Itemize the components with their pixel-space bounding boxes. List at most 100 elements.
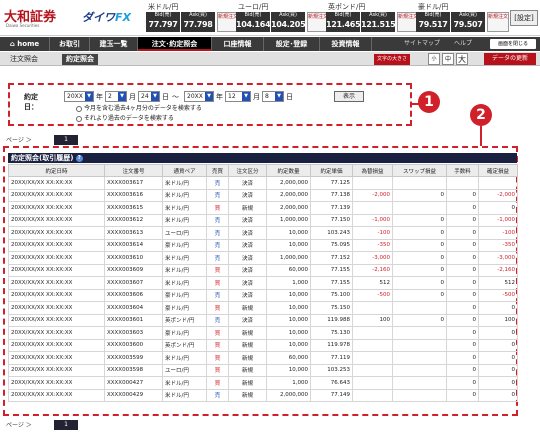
table-cell: 0	[446, 363, 479, 377]
nav-settings[interactable]: 設定･登録	[264, 37, 320, 51]
table-cell: 売	[206, 213, 229, 227]
table-cell: 0	[446, 263, 479, 277]
bid-button[interactable]: Bid(売) 79.517	[416, 12, 450, 32]
nav-home[interactable]: ⌂ home	[0, 37, 50, 51]
table-row: 20XX/XX/XX XX:XX:XX XXXX003606 豪ドル/円売決済 10,…	[8, 288, 518, 302]
table-cell: 米ドル/円	[162, 376, 207, 390]
table-cell: 0	[392, 276, 447, 290]
nav-trade[interactable]: お取引	[50, 37, 90, 51]
font-size-small[interactable]: 小	[428, 53, 440, 65]
table-cell: 0	[446, 276, 479, 290]
bid-button[interactable]: Bid(売) 104.164	[236, 12, 271, 32]
font-size-medium[interactable]: 中	[442, 53, 454, 65]
table-cell: 新規	[228, 201, 267, 215]
table-cell: 0	[446, 301, 479, 315]
table-row: 20XX/XX/XX XX:XX:XX XXXX003612 米ドル/円売決済 1,0…	[8, 213, 518, 227]
to-month-select[interactable]: 12 ▼	[225, 91, 251, 102]
table-cell: 20XX/XX/XX XX:XX:XX	[8, 301, 105, 315]
from-day-select[interactable]: 24 ▼	[138, 91, 160, 102]
ask-button[interactable]: Ask(買) 121.515	[361, 12, 396, 32]
table-cell: -100	[352, 226, 393, 240]
table-cell: 0	[446, 376, 479, 390]
nav-investment-info[interactable]: 投資情報	[320, 37, 372, 51]
table-cell: ユーロ/円	[162, 226, 207, 240]
table-cell: 0	[392, 251, 447, 265]
annotation-badge-2: 2	[470, 104, 492, 126]
table-cell: 10,000	[266, 226, 311, 240]
table-cell: 0	[478, 326, 518, 340]
sub-nav: 注文照会 約定照会 文字の大きさ 小 中 大 データの更新	[0, 52, 540, 66]
column-header: 通貨ペア	[162, 164, 207, 177]
table-cell	[392, 326, 447, 340]
nav-account[interactable]: 口座情報	[212, 37, 264, 51]
table-cell: 米ドル/円	[162, 351, 207, 365]
table-cell: 77.138	[310, 188, 353, 202]
table-cell: XXXX003601	[104, 313, 163, 327]
nav-order-inquiry[interactable]: 注文･約定照会	[138, 37, 212, 51]
page-1-button[interactable]: 1	[54, 420, 78, 430]
table-cell: 決済	[228, 251, 267, 265]
table-cell: -3,000	[478, 251, 518, 265]
table-cell: 512	[478, 276, 518, 290]
from-year-select[interactable]: 20XX ▼	[64, 91, 94, 102]
page-1-button[interactable]: 1	[54, 135, 78, 145]
font-size-large[interactable]: 大	[456, 53, 468, 65]
ask-button[interactable]: Ask(買) 77.798	[181, 12, 215, 32]
ask-button[interactable]: Ask(買) 79.507	[451, 12, 485, 32]
day-unit: 日	[162, 93, 169, 101]
daiwa-fx-logo: ダイワFX	[82, 11, 131, 24]
table-cell: 20XX/XX/XX XX:XX:XX	[8, 201, 105, 215]
help-icon[interactable]: ?	[75, 154, 83, 162]
table-cell	[352, 176, 393, 190]
to-year-select[interactable]: 20XX ▼	[184, 91, 214, 102]
new-order-button[interactable]: 新規注文	[487, 12, 509, 32]
to-day-select[interactable]: 8 ▼	[262, 91, 284, 102]
table-cell	[352, 338, 393, 352]
bid-button[interactable]: Bid(売) 121.465	[326, 12, 361, 32]
rate-eurjpy: ユーロ/円 Bid(売) 104.164 Ask(買) 104.205 新規注文	[236, 2, 330, 32]
bid-button[interactable]: Bid(売) 77.797	[146, 12, 180, 32]
table-cell: 豪ドル/円	[162, 288, 207, 302]
chevron-down-icon: ▼	[275, 92, 283, 101]
ask-button[interactable]: Ask(買) 104.205	[271, 12, 306, 32]
table-cell: XXXX003599	[104, 351, 163, 365]
table-cell: 77.119	[310, 351, 353, 365]
table-cell: 2,000,000	[266, 201, 311, 215]
table-cell: -500	[478, 288, 518, 302]
table-cell: XXXX003606	[104, 288, 163, 302]
results-title: 約定照会(取引履歴) ?	[8, 153, 517, 163]
table-cell: 20XX/XX/XX XX:XX:XX	[8, 176, 105, 190]
close-window-button[interactable]: 画面を閉じる	[490, 39, 536, 49]
table-cell	[352, 326, 393, 340]
table-cell: 0	[446, 313, 479, 327]
radio-older-data[interactable]: それより過去のデータを検索する	[76, 115, 174, 123]
data-refresh-button[interactable]: データの更新	[484, 53, 536, 65]
show-button[interactable]: 表示	[334, 91, 364, 102]
nav-positions[interactable]: 建玉一覧	[90, 37, 138, 51]
table-cell: 売	[206, 188, 229, 202]
tab-execution-inquiry[interactable]: 約定照会	[62, 54, 98, 65]
column-header: 為替損益	[352, 164, 393, 177]
table-cell: 新規	[228, 351, 267, 365]
sitemap-link[interactable]: サイトマップ	[404, 37, 440, 51]
radio-recent-4-months[interactable]: 今月を含む過去4ヶ月分のデータを検索する	[76, 105, 202, 113]
table-cell: 10,000	[266, 338, 311, 352]
rate-usdjpy: 米ドル/円 Bid(売) 77.797 Ask(買) 77.798 新規注文	[146, 2, 240, 32]
table-cell: XXXX003613	[104, 226, 163, 240]
tab-order-inquiry[interactable]: 注文照会	[6, 54, 42, 65]
table-cell: XXXX003612	[104, 213, 163, 227]
table-row: 20XX/XX/XX XX:XX:XX XXXX003601 英ポンド/円売決済 10…	[8, 313, 518, 327]
table-cell	[392, 176, 447, 190]
help-link[interactable]: ヘルプ	[454, 37, 472, 51]
table-row: 20XX/XX/XX XX:XX:XX XXXX003600 英ポンド/円買新規 10…	[8, 338, 518, 352]
from-month-select[interactable]: 2 ▼	[105, 91, 127, 102]
table-header-row: 約定日時 注文番号 通貨ペア 売買 注文区分 約定数量 約定単価 為替損益 スワップ損益 手数料確…	[8, 164, 518, 177]
table-row: 20XX/XX/XX XX:XX:XX XXXX003610 米ドル/円売決済 1,0…	[8, 251, 518, 265]
table-cell: -1,000	[478, 213, 518, 227]
table-row: 20XX/XX/XX XX:XX:XX XXXX003617 米ドル/円売決済 2,0…	[8, 176, 518, 190]
table-cell: 0	[478, 338, 518, 352]
range-separator: ～	[172, 93, 179, 101]
settings-button[interactable]: [設定]	[510, 10, 538, 26]
table-cell: 20XX/XX/XX XX:XX:XX	[8, 251, 105, 265]
table-cell: 103.243	[310, 226, 353, 240]
